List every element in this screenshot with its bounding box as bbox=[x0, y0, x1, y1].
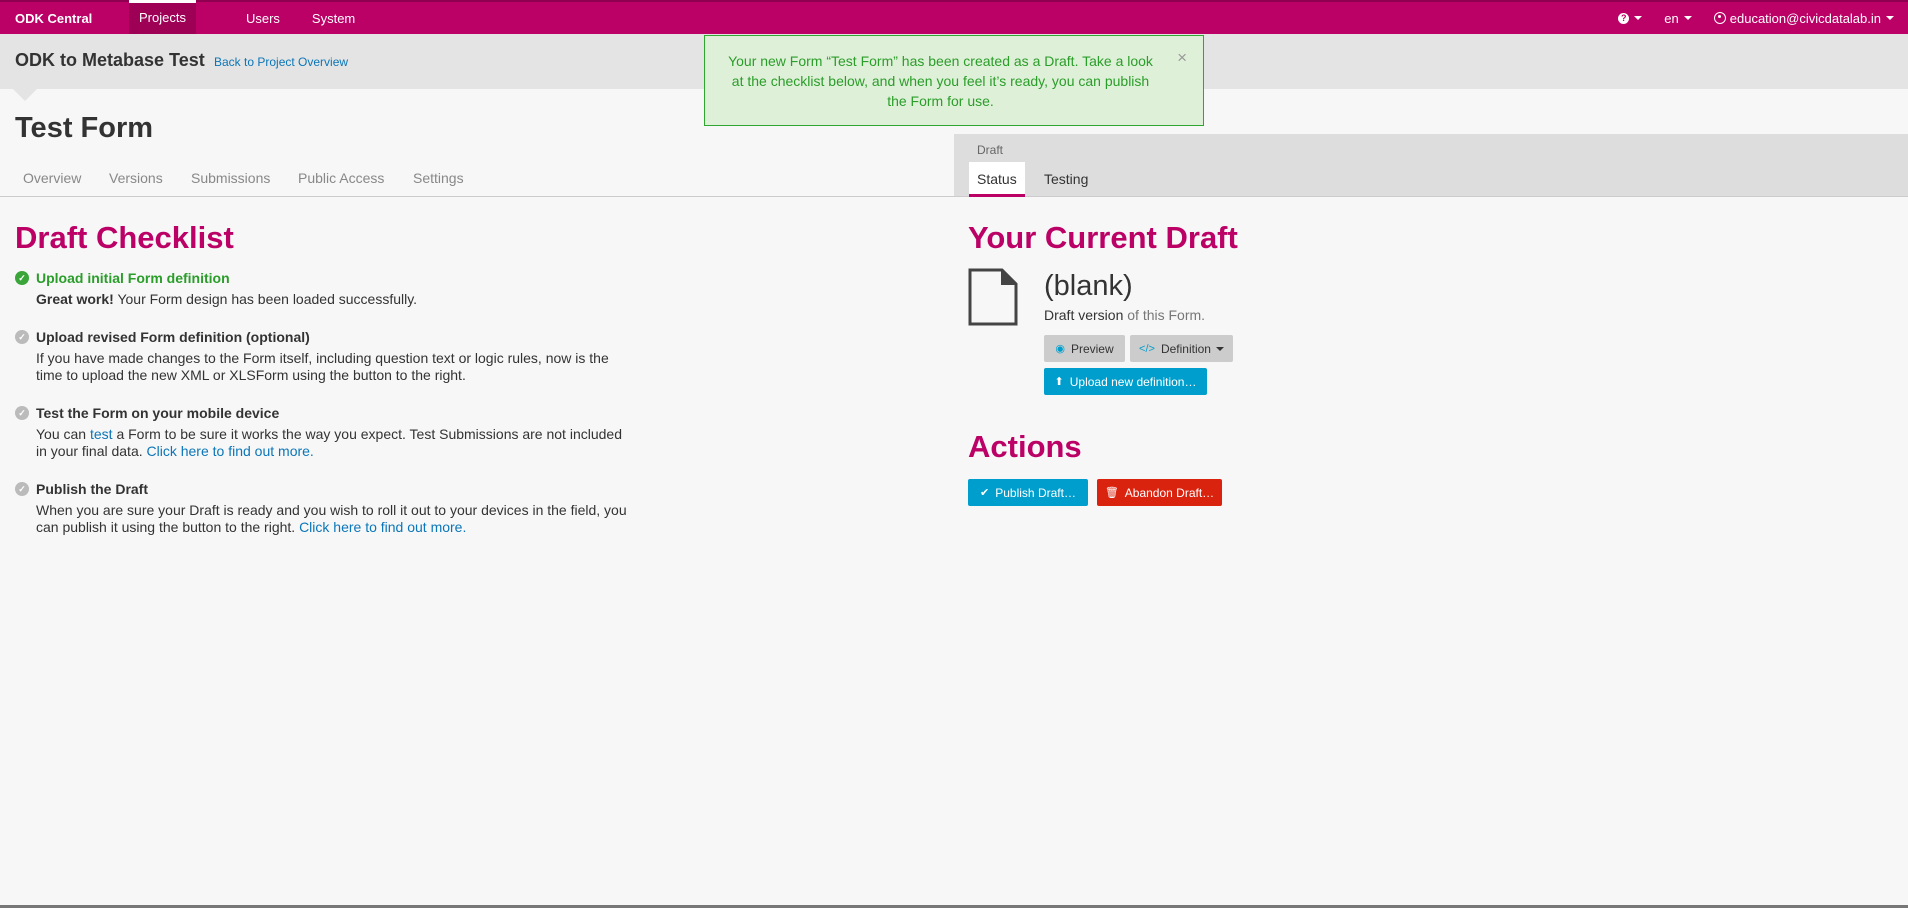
check-circle-icon: ✓ bbox=[15, 271, 29, 285]
file-icon bbox=[968, 268, 1018, 326]
project-title: ODK to Metabase Test bbox=[15, 50, 205, 70]
back-to-project-link[interactable]: Back to Project Overview bbox=[214, 55, 348, 69]
upload-definition-button[interactable]: ⬆ Upload new definition… bbox=[1044, 368, 1207, 395]
nav-system[interactable]: System bbox=[302, 2, 365, 34]
find-out-more-link[interactable]: Click here to find out more. bbox=[299, 519, 466, 535]
caret-down-icon bbox=[1886, 16, 1894, 20]
checklist-item-body: If you have made changes to the Form its… bbox=[36, 350, 609, 383]
draft-version-caption: Draft version of this Form. bbox=[1044, 307, 1206, 323]
tab-status[interactable]: Status bbox=[969, 162, 1025, 197]
language-menu[interactable]: en bbox=[1654, 11, 1713, 26]
user-email: education@civicdatalab.in bbox=[1729, 10, 1881, 26]
caret-down-icon bbox=[1215, 346, 1224, 351]
abandon-draft-button[interactable]: 🗑 Abandon Draft… bbox=[1097, 479, 1222, 506]
tab-overview[interactable]: Overview bbox=[23, 170, 81, 186]
checklist-item: ✓ Upload initial Form definition Great w… bbox=[15, 270, 635, 308]
current-draft-heading: Your Current Draft bbox=[968, 220, 1238, 255]
close-icon[interactable]: × bbox=[1177, 48, 1187, 68]
brand-logo[interactable]: ODK Central bbox=[0, 11, 129, 26]
nav-projects[interactable]: Projects bbox=[129, 0, 196, 34]
checklist-item-title: Upload initial Form definition bbox=[36, 270, 230, 286]
actions-heading: Actions bbox=[968, 429, 1082, 464]
draft-label: Draft bbox=[977, 143, 1004, 157]
help-menu[interactable]: ? bbox=[1606, 12, 1654, 24]
preview-button[interactable]: ◉ Preview bbox=[1044, 335, 1125, 362]
nav-users[interactable]: Users bbox=[236, 2, 290, 34]
checklist-item: ✓ Upload revised Form definition (option… bbox=[15, 329, 635, 384]
form-title: Test Form bbox=[15, 112, 154, 144]
publish-draft-button[interactable]: ✔ Publish Draft… bbox=[968, 479, 1088, 506]
check-icon: ✔ bbox=[980, 487, 990, 499]
draft-panel: Draft Status Testing bbox=[954, 134, 1908, 197]
definition-button[interactable]: </> Definition bbox=[1130, 335, 1233, 362]
check-circle-icon: ✓ bbox=[15, 482, 29, 496]
trash-icon: 🗑 bbox=[1104, 487, 1119, 499]
code-icon: </> bbox=[1139, 342, 1155, 355]
language-label: en bbox=[1664, 10, 1679, 26]
success-alert: Your new Form “Test Form” has been creat… bbox=[704, 35, 1204, 126]
eye-icon: ◉ bbox=[1055, 343, 1065, 355]
tab-versions[interactable]: Versions bbox=[109, 170, 163, 186]
question-circle-icon: ? bbox=[1618, 12, 1630, 24]
top-navbar: ODK Central Projects Users System ? en e… bbox=[0, 0, 1908, 34]
check-circle-icon: ✓ bbox=[15, 406, 29, 420]
user-circle-icon bbox=[1713, 12, 1726, 24]
checklist-item-title: Upload revised Form definition (optional… bbox=[36, 329, 310, 345]
upload-icon: ⬆ bbox=[1054, 376, 1064, 388]
tab-settings[interactable]: Settings bbox=[413, 170, 464, 186]
checklist-item-title: Test the Form on your mobile device bbox=[36, 405, 280, 421]
test-link[interactable]: test bbox=[90, 426, 113, 442]
alert-message: Your new Form “Test Form” has been creat… bbox=[728, 53, 1153, 109]
checklist-item-body: Great work! Your Form design has been lo… bbox=[36, 291, 418, 307]
form-tabs: Overview Versions Submissions Public Acc… bbox=[0, 160, 954, 197]
draft-version-value: (blank) bbox=[1044, 270, 1133, 302]
caret-down-icon bbox=[1634, 16, 1643, 20]
tab-submissions[interactable]: Submissions bbox=[191, 170, 270, 186]
user-menu[interactable]: education@civicdatalab.in bbox=[1713, 10, 1908, 26]
tab-public-access[interactable]: Public Access bbox=[298, 170, 384, 186]
checklist-item-title: Publish the Draft bbox=[36, 481, 149, 497]
find-out-more-link[interactable]: Click here to find out more. bbox=[147, 443, 314, 459]
checklist-item: ✓ Test the Form on your mobile device Yo… bbox=[15, 405, 635, 460]
header-pointer bbox=[13, 89, 37, 101]
tab-testing[interactable]: Testing bbox=[1036, 162, 1096, 197]
checklist-item-body: When you are sure your Draft is ready an… bbox=[36, 502, 627, 535]
checklist-item-body: You can test a Form to be sure it works … bbox=[36, 426, 622, 459]
draft-checklist-heading: Draft Checklist bbox=[15, 220, 234, 255]
caret-down-icon bbox=[1683, 16, 1692, 20]
checklist-item: ✓ Publish the Draft When you are sure yo… bbox=[15, 481, 635, 536]
check-circle-icon: ✓ bbox=[15, 330, 29, 344]
